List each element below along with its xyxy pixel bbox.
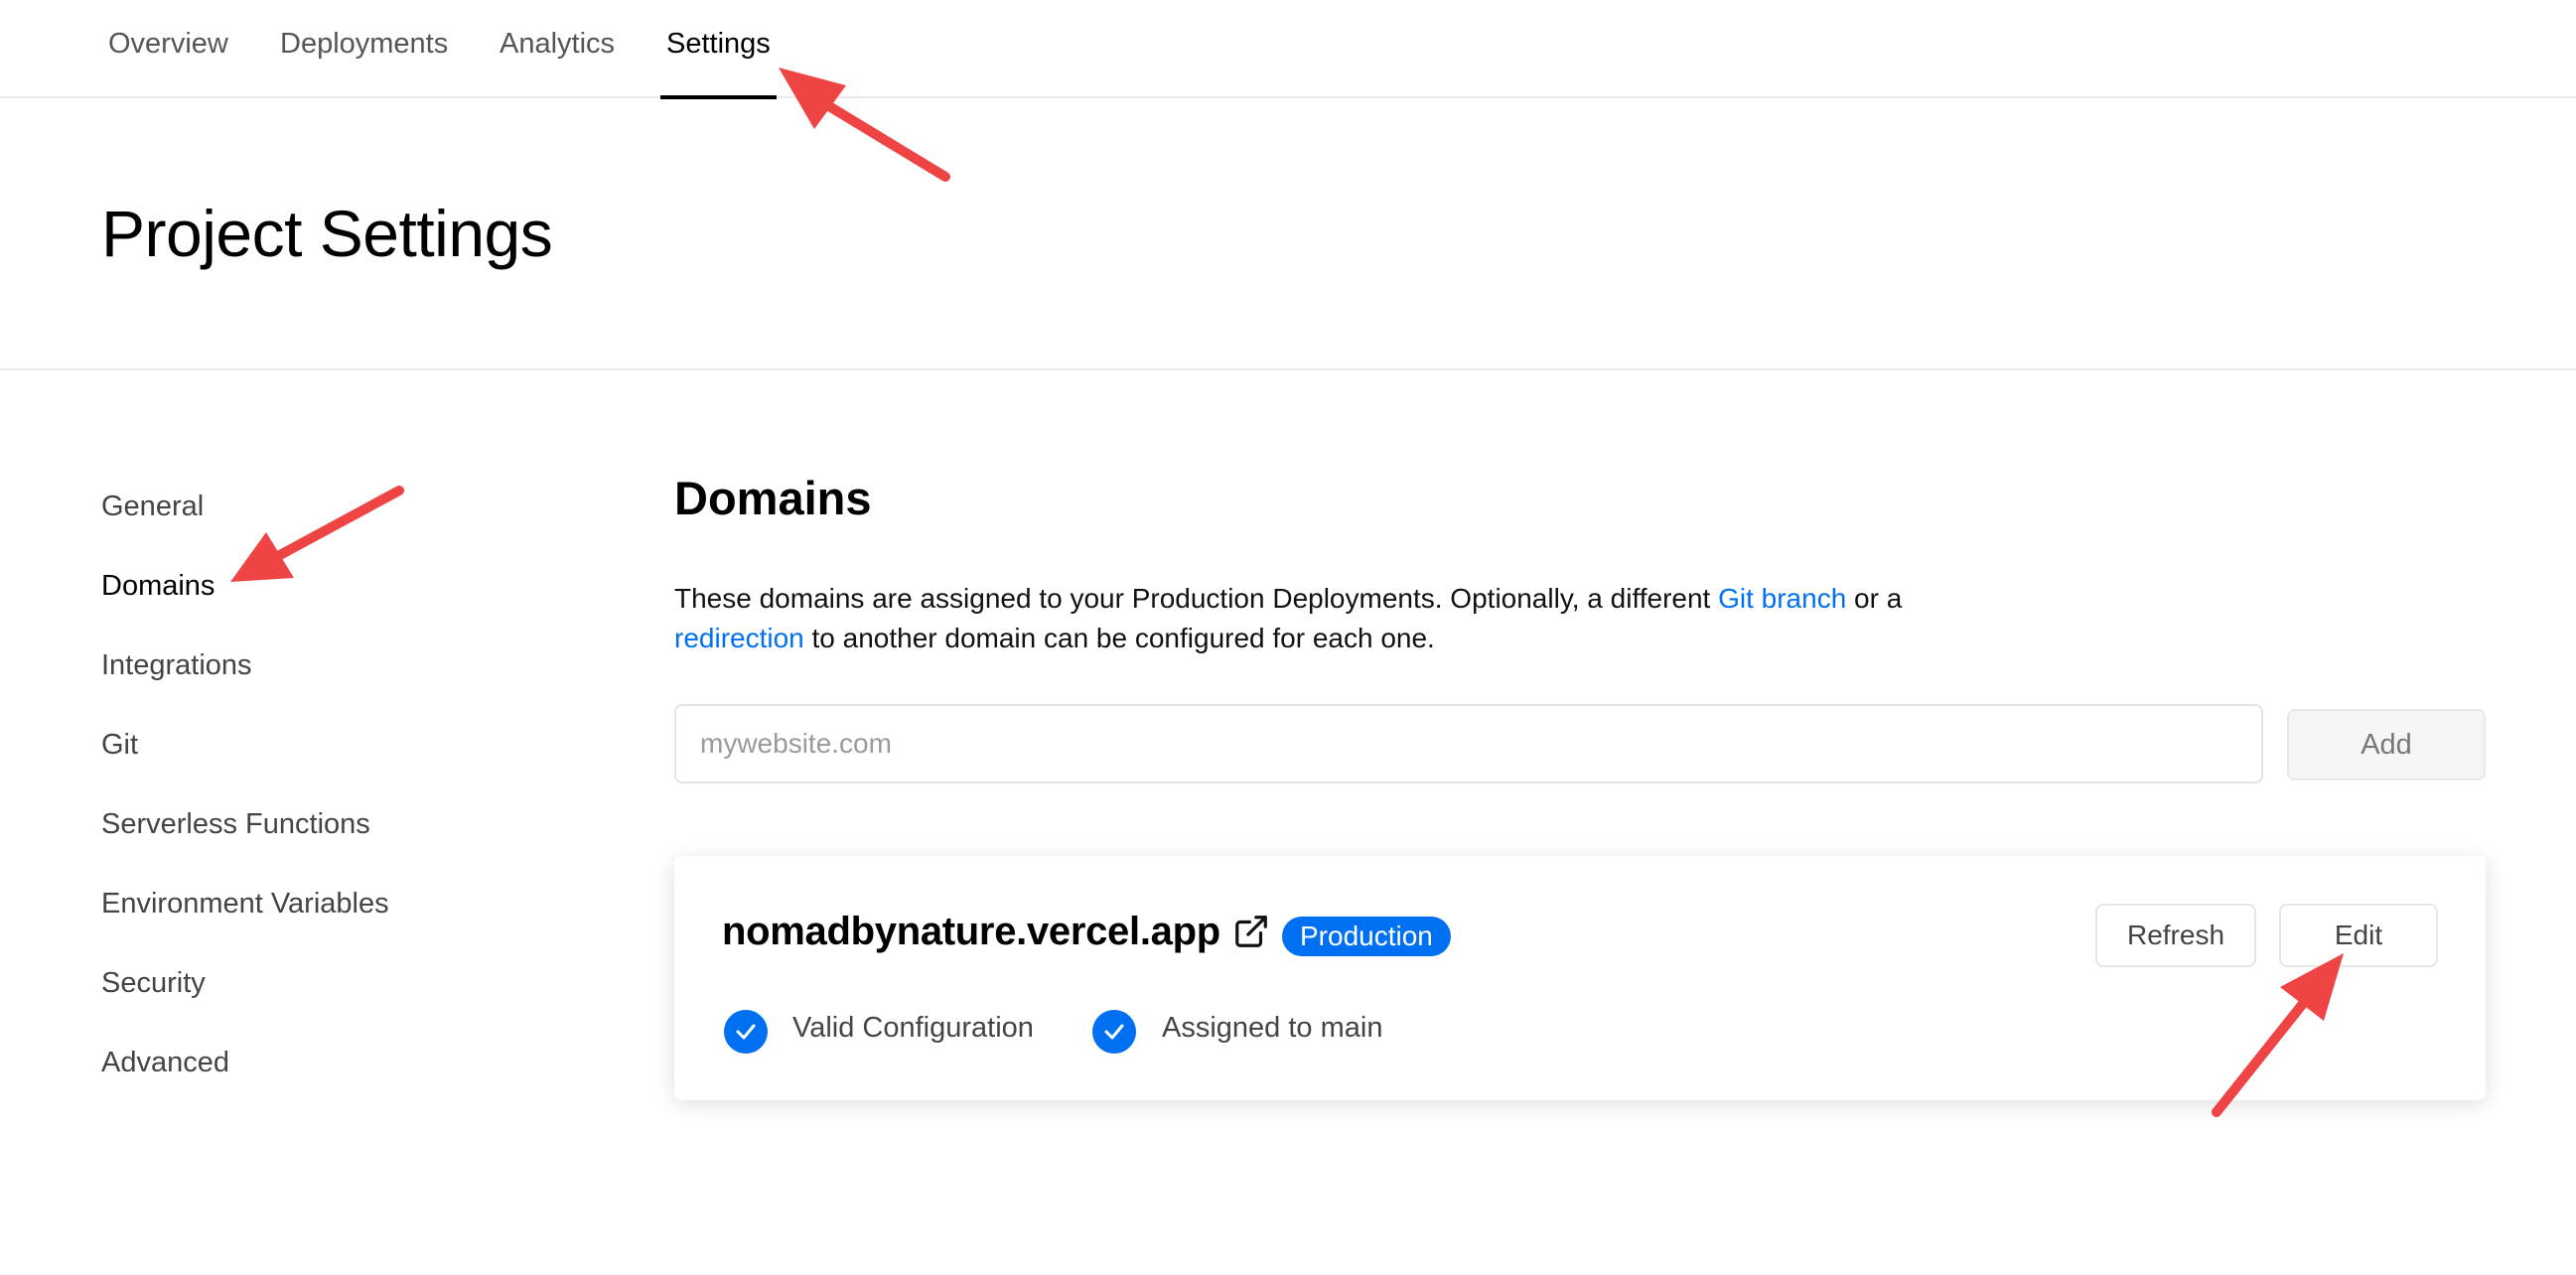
sidebar-item-domains[interactable]: Domains bbox=[101, 570, 215, 603]
domain-name: nomadbynature.vercel.app bbox=[722, 910, 1220, 953]
redirection-link[interactable]: redirection bbox=[674, 623, 804, 653]
annotation-arrow-icon bbox=[230, 486, 404, 582]
tab-overview[interactable]: Overview bbox=[108, 28, 228, 98]
domains-description: These domains are assigned to your Produ… bbox=[674, 579, 2025, 658]
top-tab-bar: Overview Deployments Analytics Settings bbox=[0, 0, 2576, 99]
page-title: Project Settings bbox=[101, 197, 553, 270]
edit-button[interactable]: Edit bbox=[2279, 904, 2438, 967]
sidebar-item-git[interactable]: Git bbox=[101, 729, 138, 762]
sidebar-item-security[interactable]: Security bbox=[101, 967, 206, 1000]
sidebar-item-environment-variables[interactable]: Environment Variables bbox=[101, 888, 389, 921]
tab-settings[interactable]: Settings bbox=[660, 28, 777, 99]
description-text: to another domain can be configured for … bbox=[803, 623, 1435, 653]
sidebar-item-advanced[interactable]: Advanced bbox=[101, 1047, 229, 1079]
refresh-button[interactable]: Refresh bbox=[2095, 904, 2256, 967]
production-badge: Production bbox=[1282, 917, 1451, 956]
domain-input[interactable] bbox=[674, 704, 2263, 783]
tab-analytics[interactable]: Analytics bbox=[500, 28, 615, 98]
section-title: Domains bbox=[674, 472, 872, 524]
sidebar-item-serverless-functions[interactable]: Serverless Functions bbox=[101, 808, 370, 841]
assigned-branch-status: Assigned to main bbox=[1162, 1012, 1383, 1044]
valid-configuration-status: Valid Configuration bbox=[792, 1012, 1034, 1044]
sidebar-item-integrations[interactable]: Integrations bbox=[101, 649, 252, 682]
external-link-icon[interactable] bbox=[1232, 913, 1270, 950]
add-button[interactable]: Add bbox=[2287, 709, 2486, 780]
tab-deployments[interactable]: Deployments bbox=[280, 28, 448, 98]
description-text: or a bbox=[1846, 583, 1903, 614]
sidebar-item-general[interactable]: General bbox=[101, 491, 204, 523]
check-circle-icon bbox=[1092, 1010, 1136, 1054]
domain-card: nomadbynature.vercel.app Production Refr… bbox=[674, 856, 2486, 1100]
check-circle-icon bbox=[724, 1010, 768, 1054]
description-text: These domains are assigned to your Produ… bbox=[674, 583, 1719, 614]
git-branch-link[interactable]: Git branch bbox=[1718, 583, 1846, 614]
page-header: Project Settings bbox=[0, 98, 2576, 370]
